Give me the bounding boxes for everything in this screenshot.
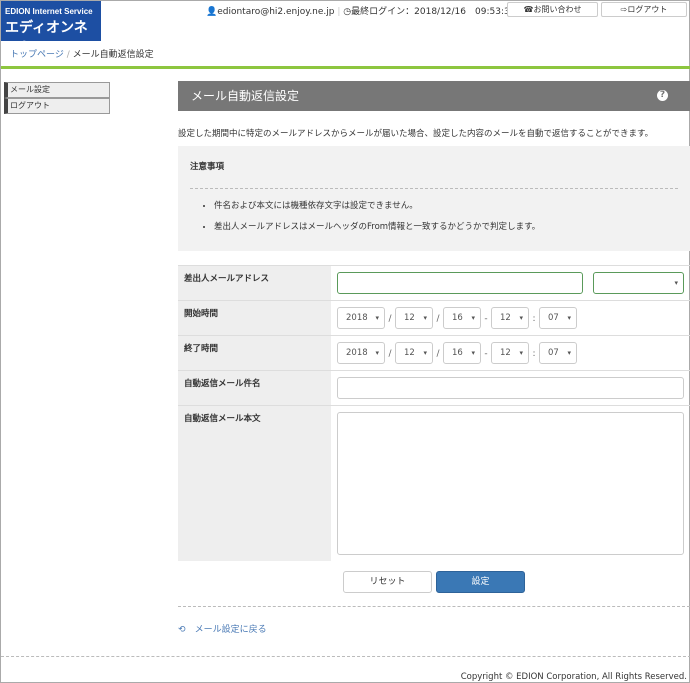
body-textarea[interactable]: [337, 412, 684, 555]
page-title: メール自動返信設定: [191, 89, 300, 103]
breadcrumb: トップページ / メール自動返信設定: [10, 47, 154, 60]
end-label: 終了時間: [178, 335, 331, 371]
sep: -: [484, 313, 488, 324]
back-link[interactable]: ⟲ メール設定に戻る: [178, 622, 267, 635]
notice-item: 差出人メールアドレスはメールヘッダのFrom情報と一致するかどうかで判定します。: [214, 220, 678, 232]
sep: /: [436, 348, 440, 359]
notice-divider: [190, 188, 678, 189]
end-year-select[interactable]: 2018: [337, 342, 385, 364]
sep: :: [532, 313, 536, 324]
sender-domain-select[interactable]: [593, 272, 684, 294]
end-hour-select[interactable]: 12: [491, 342, 529, 364]
start-day-select[interactable]: 16: [443, 307, 481, 329]
end-day-select[interactable]: 16: [443, 342, 481, 364]
notice-box: 注意事項 件名および本文には機種依存文字は設定できません。差出人メールアドレスは…: [178, 146, 690, 251]
subject-input[interactable]: [337, 377, 684, 399]
subject-label: 自動返信メール件名: [178, 370, 331, 406]
sep: -: [484, 348, 488, 359]
logo[interactable]: EDION Internet Service エディオンネット: [1, 1, 101, 56]
sender-email-input[interactable]: [337, 272, 583, 294]
divider: [178, 606, 690, 607]
breadcrumb-home[interactable]: トップページ: [10, 50, 64, 60]
sep: :: [532, 348, 536, 359]
body-label: 自動返信メール本文: [178, 405, 331, 561]
contact-label: お問い合わせ: [533, 5, 582, 14]
notice-title: 注意事項: [190, 162, 225, 172]
sep: /: [436, 313, 440, 324]
description: 設定した期間中に特定のメールアドレスからメールが届いた場合、設定した内容のメール…: [178, 129, 654, 139]
submit-button[interactable]: 設定: [436, 571, 525, 593]
start-month-select[interactable]: 12: [395, 307, 433, 329]
start-hour-select[interactable]: 12: [491, 307, 529, 329]
sender-label: 差出人メールアドレス: [178, 265, 331, 301]
header-divider: [1, 66, 690, 69]
copyright: Copyright © EDION Corporation, All Right…: [460, 672, 687, 682]
notice-item: 件名および本文には機種依存文字は設定できません。: [214, 199, 678, 211]
logo-line1: EDION Internet Service: [5, 7, 93, 16]
page-title-bar: メール自動返信設定?: [178, 81, 690, 111]
end-minute-select[interactable]: 07: [539, 342, 577, 364]
user-email: ediontaro@hi2.enjoy.ne.jp: [217, 7, 335, 17]
sidebar-item-logout[interactable]: ログアウト: [4, 98, 110, 114]
autoreply-form: 差出人メールアドレス 開始時間 2018/12/16-12:07 終了時間 20…: [178, 265, 690, 561]
breadcrumb-current: メール自動返信設定: [72, 50, 154, 60]
contact-button[interactable]: ☎お問い合わせ: [507, 2, 598, 17]
sidebar-item-mail-settings[interactable]: メール設定: [4, 82, 110, 98]
clock-icon: ◷: [343, 7, 352, 17]
help-icon[interactable]: ?: [657, 90, 668, 101]
reset-button[interactable]: リセット: [343, 571, 432, 593]
back-icon: ⟲: [178, 625, 186, 635]
logout-button[interactable]: ⇨ログアウト: [601, 2, 687, 17]
user-info: 👤ediontaro@hi2.enjoy.ne.jp | ◷最終ログイン：201…: [206, 7, 516, 17]
back-label: メール設定に戻る: [194, 625, 267, 635]
start-year-select[interactable]: 2018: [337, 307, 385, 329]
footer-divider: [1, 656, 690, 657]
end-month-select[interactable]: 12: [395, 342, 433, 364]
last-login: 最終ログイン：2018/12/16 09:53:39: [351, 7, 516, 17]
user-icon: 👤: [206, 7, 218, 17]
start-minute-select[interactable]: 07: [539, 307, 577, 329]
logout-label: ログアウト: [627, 5, 668, 14]
phone-icon: ☎: [523, 5, 534, 14]
breadcrumb-sep: /: [66, 50, 70, 60]
start-label: 開始時間: [178, 300, 331, 336]
sep: /: [388, 348, 392, 359]
sep: /: [388, 313, 392, 324]
